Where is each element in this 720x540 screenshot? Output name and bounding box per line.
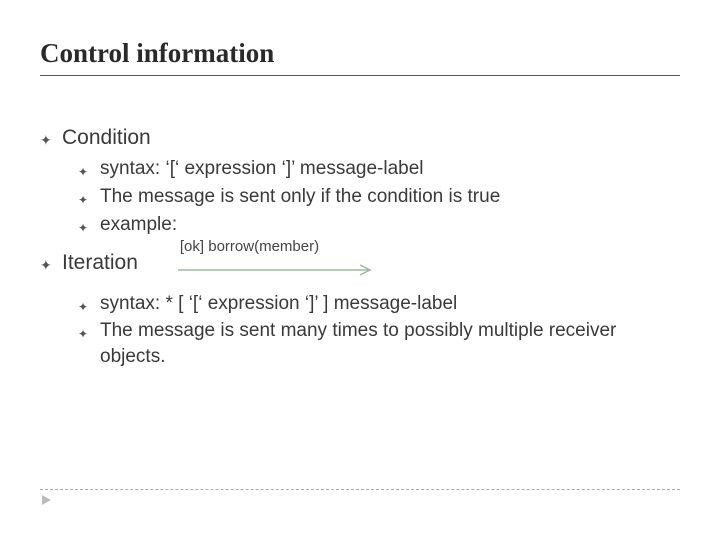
footer-arrow-icon	[42, 495, 51, 505]
message-diagram: [ok] borrow(member)	[178, 237, 378, 284]
bullet-icon: ✦	[78, 299, 100, 315]
item-text: The message is sent many times to possib…	[100, 318, 680, 369]
item-text: example:	[100, 212, 680, 238]
item-text: syntax: ‘[‘ expression ‘]’ message-label	[100, 156, 680, 182]
item-text: syntax: * [ ‘[‘ expression ‘]’ ] message…	[100, 291, 680, 317]
body-content: ✦ Condition ✦ syntax: ‘[‘ expression ‘]’…	[40, 124, 680, 369]
list-item: ✦ syntax: ‘[‘ expression ‘]’ message-lab…	[78, 156, 680, 182]
bullet-icon: ✦	[78, 192, 100, 208]
section-heading: Iteration	[62, 249, 138, 277]
bullet-icon: ✦	[40, 256, 62, 275]
section-condition: ✦ Condition	[40, 124, 680, 152]
list-item: ✦ example:	[78, 212, 680, 238]
section-iteration: ✦ Iteration	[40, 249, 138, 277]
bullet-icon: ✦	[40, 131, 62, 150]
section-heading: Condition	[62, 124, 151, 152]
slide: Control information ✦ Condition ✦ syntax…	[0, 0, 720, 369]
list-item: ✦ The message is sent many times to poss…	[78, 318, 680, 369]
bullet-icon: ✦	[78, 164, 100, 180]
arrow-icon	[178, 263, 378, 277]
diagram-label: [ok] borrow(member)	[178, 237, 378, 257]
section-iteration-row: ✦ Iteration [ok] borrow(member)	[40, 239, 680, 286]
item-text: The message is sent only if the conditio…	[100, 184, 680, 210]
bullet-icon: ✦	[78, 220, 100, 236]
list-item: ✦ syntax: * [ ‘[‘ expression ‘]’ ] messa…	[78, 291, 680, 317]
page-title: Control information	[40, 38, 680, 76]
bullet-icon: ✦	[78, 326, 100, 342]
footer-divider	[40, 489, 680, 490]
list-item: ✦ The message is sent only if the condit…	[78, 184, 680, 210]
